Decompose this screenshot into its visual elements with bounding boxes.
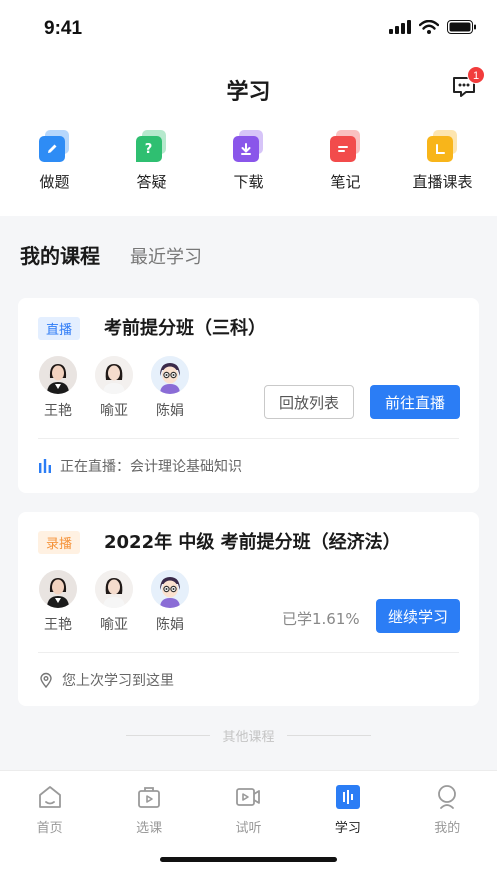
tab-trial[interactable]: 试听 [213, 783, 283, 836]
course-bag-icon [138, 787, 160, 808]
course-title: 2022年 中级 考前提分班（经济法） [104, 532, 401, 553]
question-icon: ? [135, 130, 168, 162]
teacher: 喻亚 [94, 356, 134, 420]
wifi-icon [419, 20, 439, 34]
study-icon [335, 785, 360, 809]
quick-action-download[interactable]: 下载 [204, 116, 294, 216]
teacher-name: 王艳 [44, 617, 72, 633]
quick-action-label: 下载 [233, 173, 264, 191]
note-icon [329, 130, 362, 162]
other-courses-label: 其他课程 [222, 730, 275, 745]
home-icon [38, 786, 61, 808]
avatar [39, 356, 77, 394]
tab-recent-study[interactable]: 最近学习 [130, 243, 202, 269]
status-icons [389, 20, 477, 34]
quick-action-label: 答疑 [136, 173, 167, 191]
course-title: 考前提分班（三科） [104, 318, 266, 339]
recorded-tag: 录播 [38, 531, 81, 554]
quick-action-label: 做题 [39, 173, 70, 191]
status-bar: 9:41 [0, 0, 497, 60]
quick-action-notes[interactable]: 笔记 [301, 116, 391, 216]
tab-profile[interactable]: 我的 [412, 783, 482, 836]
teacher-name: 王艳 [44, 403, 72, 419]
tab-label: 选课 [136, 821, 163, 836]
status-time: 9:41 [44, 18, 83, 39]
study-progress: 已学1.61% [282, 610, 360, 628]
teacher: 喻亚 [94, 570, 134, 634]
tab-my-courses[interactable]: 我的课程 [20, 240, 100, 269]
go-to-live-button[interactable]: 前往直播 [370, 385, 460, 419]
live-status-text: 正在直播：会计理论基础知识 [60, 459, 242, 475]
notification-badge: 1 [467, 66, 485, 84]
last-position-text: 您上次学习到这里 [62, 673, 174, 689]
last-position[interactable]: 您上次学习到这里 [38, 670, 174, 690]
course-card-live[interactable]: 直播 考前提分班（三科） 王艳 喻亚 陈娟 回放列表 前往直播 正在直播：会计理… [18, 298, 479, 493]
avatar [151, 570, 189, 608]
location-pin-icon [40, 672, 52, 688]
teacher: 王艳 [38, 570, 78, 634]
divider [38, 652, 459, 653]
continue-study-button[interactable]: 继续学习 [376, 599, 460, 633]
page-title: 学习 [226, 80, 271, 105]
header: 学习 1 [0, 60, 497, 116]
teacher-list: 王艳 喻亚 陈娟 [38, 570, 190, 634]
course-card-recorded[interactable]: 录播 2022年 中级 考前提分班（经济法） 王艳 喻亚 陈娟 已学1.61% … [18, 512, 479, 706]
teacher-name: 陈娟 [156, 403, 184, 419]
battery-icon [447, 20, 476, 34]
bottom-tab-bar: 首页 选课 试听 学习 我的 [0, 770, 497, 883]
quick-actions: 做题 ? 答疑 下载 笔记 直播课表 [0, 116, 497, 216]
divider [38, 438, 459, 439]
tab-label: 学习 [334, 821, 361, 836]
live-tag: 直播 [38, 317, 81, 340]
live-status: 正在直播：会计理论基础知识 [38, 456, 242, 476]
teacher: 陈娟 [150, 570, 190, 634]
teacher-list: 王艳 喻亚 陈娟 [38, 356, 190, 420]
avatar [151, 356, 189, 394]
tab-label: 首页 [36, 821, 63, 836]
avatar [95, 570, 133, 608]
quick-action-label: 直播课表 [412, 173, 473, 191]
other-courses-divider: 其他课程 [0, 726, 497, 745]
teacher: 陈娟 [150, 356, 190, 420]
tab-label: 试听 [235, 821, 262, 836]
schedule-icon [426, 130, 459, 162]
avatar [95, 356, 133, 394]
course-tabs: 我的课程 最近学习 [20, 240, 202, 269]
replay-list-button[interactable]: 回放列表 [264, 385, 354, 419]
tab-label: 我的 [434, 821, 461, 836]
teacher-name: 陈娟 [156, 617, 184, 633]
video-icon [236, 788, 261, 806]
signal-icon [389, 20, 411, 34]
quick-action-qa[interactable]: ? 答疑 [107, 116, 197, 216]
quick-action-practice[interactable]: 做题 [10, 116, 100, 216]
pen-icon [38, 130, 71, 162]
profile-icon [438, 785, 457, 809]
quick-action-live-schedule[interactable]: 直播课表 [398, 116, 488, 216]
live-bars-icon [39, 459, 51, 473]
quick-action-label: 笔记 [330, 173, 361, 191]
teacher: 王艳 [38, 356, 78, 420]
message-button[interactable]: 1 [451, 66, 485, 100]
tab-study[interactable]: 学习 [313, 783, 383, 836]
tab-home[interactable]: 首页 [15, 783, 85, 836]
tab-select-course[interactable]: 选课 [114, 783, 184, 836]
download-icon [232, 130, 265, 162]
teacher-name: 喻亚 [100, 403, 128, 419]
home-indicator [160, 857, 337, 862]
teacher-name: 喻亚 [100, 617, 128, 633]
avatar [39, 570, 77, 608]
